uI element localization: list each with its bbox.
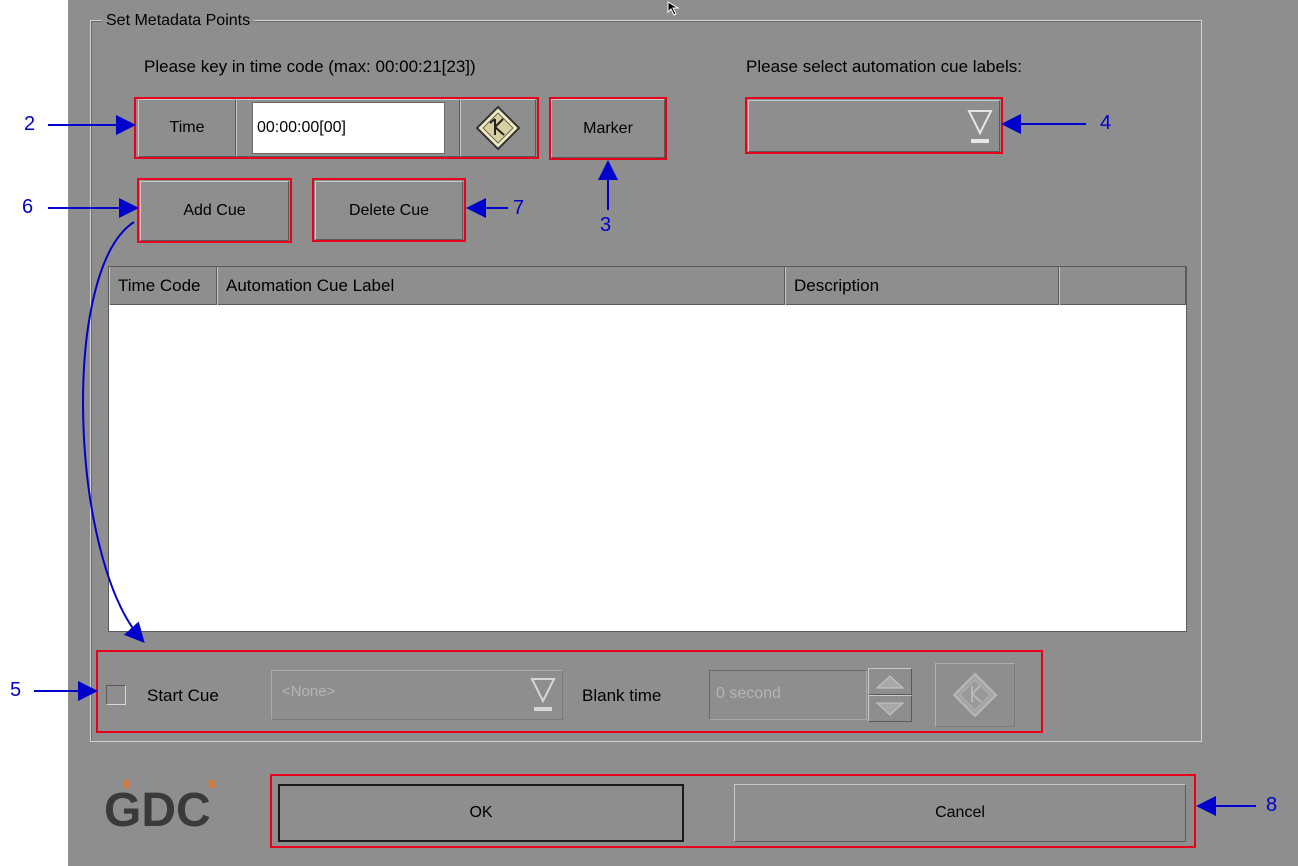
annotation-5: 5 xyxy=(10,679,22,701)
annotation-7: 7 xyxy=(513,197,525,219)
annotation-4: 4 xyxy=(1100,112,1112,134)
annotation-2: 2 xyxy=(24,113,36,135)
annotation-3: 3 xyxy=(600,214,612,236)
annotation-8: 8 xyxy=(1266,794,1278,816)
annotation-6: 6 xyxy=(22,196,34,218)
arrow-6-to-5 xyxy=(82,221,145,643)
